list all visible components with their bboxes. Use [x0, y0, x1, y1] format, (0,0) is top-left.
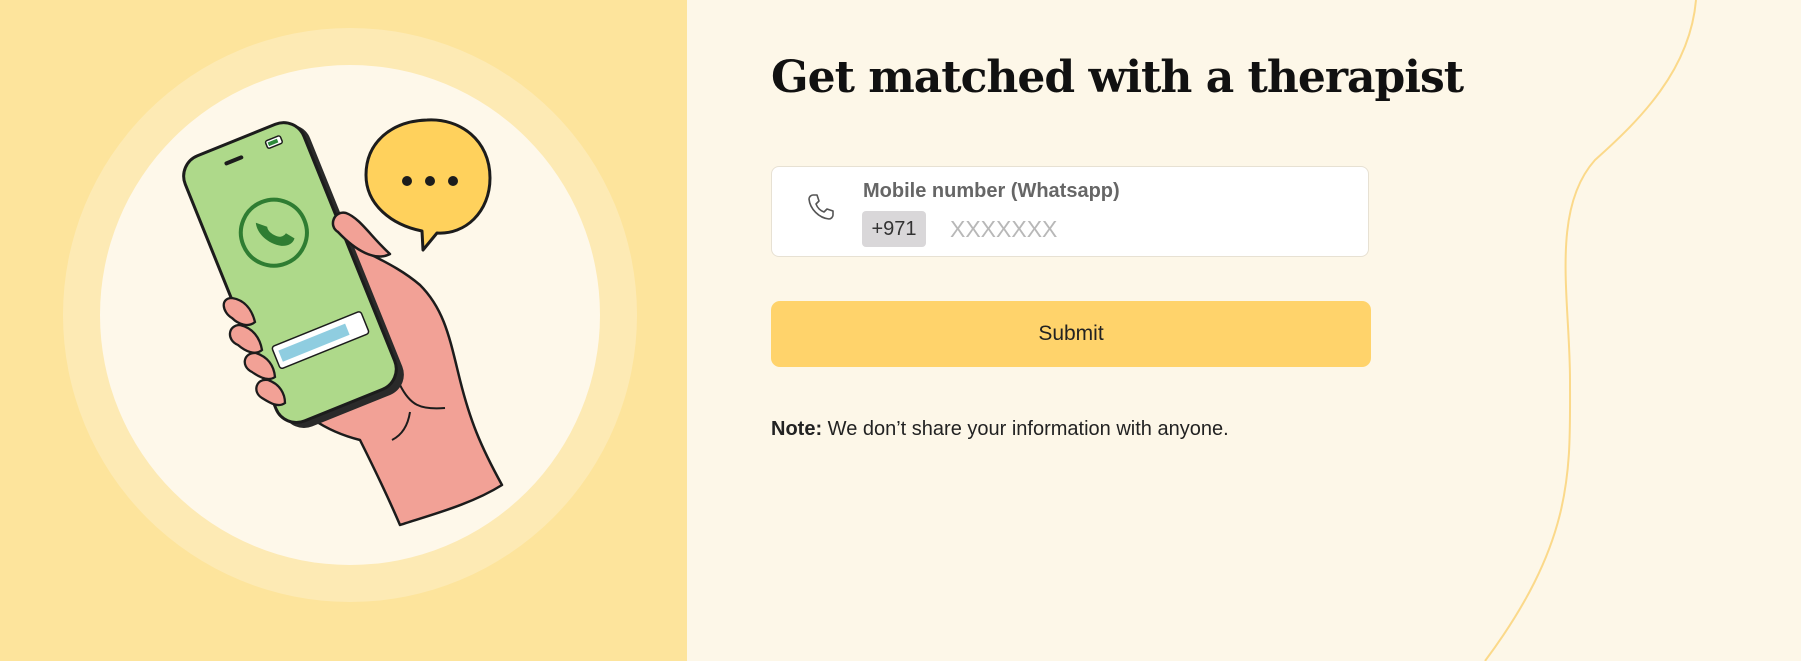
- phone-icon: [808, 194, 834, 220]
- note-text: We don’t share your information with any…: [827, 418, 1229, 440]
- submit-button[interactable]: Submit: [771, 301, 1371, 367]
- note-label: Note:: [771, 418, 823, 440]
- phone-field-label: Mobile number (Whatsapp): [863, 180, 1120, 202]
- illustration-panel: [0, 0, 687, 661]
- privacy-note: Note: We don’t share your information wi…: [771, 418, 1229, 441]
- country-code-badge[interactable]: +971: [862, 211, 926, 247]
- page-title: Get matched with a therapist: [771, 52, 1464, 103]
- phone-in-hand-illustration: [63, 28, 637, 602]
- phone-number-input[interactable]: [950, 211, 1350, 247]
- page: Get matched with a therapist Mobile numb…: [0, 0, 1801, 661]
- phone-field[interactable]: Mobile number (Whatsapp) +971: [771, 166, 1369, 257]
